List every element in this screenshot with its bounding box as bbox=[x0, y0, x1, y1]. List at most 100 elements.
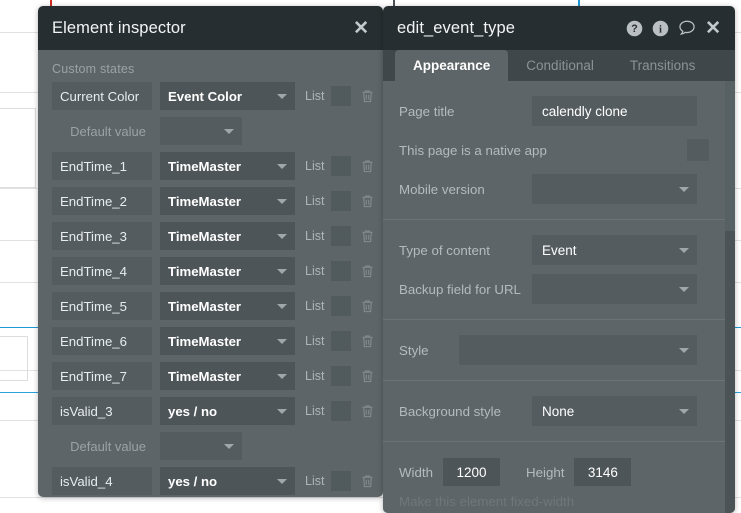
edit-event-type-title: edit_event_type bbox=[397, 18, 516, 37]
delete-icon[interactable] bbox=[360, 333, 375, 349]
width-input[interactable]: 1200 bbox=[443, 458, 500, 486]
mobile-version-label: Mobile version bbox=[399, 181, 485, 197]
close-icon[interactable]: ✕ bbox=[353, 19, 369, 38]
default-value-label: Default value bbox=[70, 123, 146, 139]
native-app-row: This page is a native app bbox=[383, 133, 725, 167]
state-type-value: TimeMaster bbox=[168, 228, 242, 244]
state-name-input[interactable]: isValid_3 bbox=[52, 397, 152, 425]
state-type-select[interactable]: TimeMaster bbox=[160, 257, 295, 285]
scrollbar-thumb[interactable] bbox=[725, 81, 735, 231]
state-type-select[interactable]: TimeMaster bbox=[160, 292, 295, 320]
chevron-down-icon bbox=[277, 339, 287, 344]
native-app-checkbox[interactable] bbox=[687, 139, 709, 161]
tab-bar: Appearance Conditional Transitions bbox=[383, 50, 735, 81]
state-name-input[interactable]: EndTime_2 bbox=[52, 187, 152, 215]
default-value-select[interactable] bbox=[160, 432, 242, 460]
state-type-value: TimeMaster bbox=[168, 298, 242, 314]
custom-state-row: EndTime_1 TimeMaster List bbox=[38, 152, 383, 180]
help-icon[interactable]: ? bbox=[626, 20, 643, 37]
chevron-down-icon bbox=[277, 269, 287, 274]
tab-conditional[interactable]: Conditional bbox=[508, 50, 612, 81]
state-type-select[interactable]: yes / no bbox=[160, 397, 295, 425]
list-checkbox[interactable] bbox=[331, 86, 352, 106]
list-checkbox[interactable] bbox=[331, 296, 352, 316]
list-checkbox[interactable] bbox=[331, 226, 352, 246]
style-label: Style bbox=[399, 342, 429, 358]
chevron-down-icon bbox=[277, 304, 287, 309]
state-name-input[interactable]: EndTime_4 bbox=[52, 257, 152, 285]
element-inspector-body: Custom states Current Color Event Color Li… bbox=[38, 50, 383, 497]
style-select[interactable] bbox=[459, 335, 697, 365]
background-style-select[interactable]: None bbox=[532, 396, 697, 426]
state-name-input[interactable]: EndTime_5 bbox=[52, 292, 152, 320]
state-type-select[interactable]: Event Color bbox=[160, 82, 295, 110]
delete-icon[interactable] bbox=[360, 263, 375, 279]
list-checkbox[interactable] bbox=[331, 401, 352, 421]
header-icon-group: ? i ✕ bbox=[626, 19, 721, 38]
delete-icon[interactable] bbox=[360, 298, 375, 314]
delete-icon[interactable] bbox=[360, 88, 375, 104]
state-name-input[interactable]: EndTime_6 bbox=[52, 327, 152, 355]
state-name-input[interactable]: EndTime_7 bbox=[52, 362, 152, 390]
state-type-select[interactable]: TimeMaster bbox=[160, 327, 295, 355]
backup-field-select[interactable] bbox=[532, 274, 697, 304]
panel-scrollbar[interactable] bbox=[725, 81, 735, 513]
state-name-input[interactable]: EndTime_3 bbox=[52, 222, 152, 250]
list-checkbox[interactable] bbox=[331, 191, 352, 211]
list-checkbox[interactable] bbox=[331, 156, 352, 176]
close-icon[interactable]: ✕ bbox=[705, 19, 721, 38]
state-type-select[interactable]: TimeMaster bbox=[160, 222, 295, 250]
type-of-content-label: Type of content bbox=[399, 242, 490, 258]
custom-state-row: Current Color Event Color List bbox=[38, 82, 383, 110]
comment-icon[interactable] bbox=[678, 19, 696, 37]
state-type-value: yes / no bbox=[168, 473, 218, 489]
list-label: List bbox=[305, 89, 325, 103]
state-type-select[interactable]: TimeMaster bbox=[160, 362, 295, 390]
delete-icon[interactable] bbox=[360, 473, 375, 489]
list-label: List bbox=[305, 404, 325, 418]
tab-appearance[interactable]: Appearance bbox=[395, 50, 509, 81]
mobile-version-row: Mobile version bbox=[383, 172, 725, 206]
chevron-down-icon bbox=[679, 409, 689, 414]
chevron-down-icon bbox=[224, 444, 234, 449]
state-type-select[interactable]: TimeMaster bbox=[160, 187, 295, 215]
chevron-down-icon bbox=[679, 248, 689, 253]
state-type-value: TimeMaster bbox=[168, 158, 242, 174]
state-name-input[interactable]: EndTime_1 bbox=[52, 152, 152, 180]
chevron-down-icon bbox=[277, 199, 287, 204]
backup-field-row: Backup field for URL bbox=[383, 272, 725, 306]
list-label: List bbox=[305, 229, 325, 243]
delete-icon[interactable] bbox=[360, 368, 375, 384]
dimension-group: Width 1200 Height 3146 Make this element… bbox=[383, 442, 725, 513]
page-title-input[interactable]: calendly clone bbox=[532, 96, 697, 126]
state-type-select[interactable]: TimeMaster bbox=[160, 152, 295, 180]
style-row: Style bbox=[383, 333, 725, 367]
delete-icon[interactable] bbox=[360, 228, 375, 244]
list-checkbox[interactable] bbox=[331, 261, 352, 281]
info-icon[interactable]: i bbox=[652, 20, 669, 37]
default-value-row: Default value bbox=[38, 432, 383, 460]
chevron-down-icon bbox=[679, 348, 689, 353]
state-type-value: TimeMaster bbox=[168, 193, 242, 209]
list-checkbox[interactable] bbox=[331, 331, 352, 351]
delete-icon[interactable] bbox=[360, 158, 375, 174]
list-checkbox[interactable] bbox=[331, 471, 352, 491]
chevron-down-icon bbox=[277, 94, 287, 99]
default-value-select[interactable] bbox=[160, 117, 242, 145]
type-of-content-select[interactable]: Event bbox=[532, 235, 697, 265]
delete-icon[interactable] bbox=[360, 403, 375, 419]
page-group: Page title calendly clone This page is a… bbox=[383, 81, 725, 219]
state-type-value: TimeMaster bbox=[168, 333, 242, 349]
custom-state-row: EndTime_7 TimeMaster List bbox=[38, 362, 383, 390]
mobile-version-select[interactable] bbox=[532, 174, 697, 204]
chevron-down-icon bbox=[277, 234, 287, 239]
height-input[interactable]: 3146 bbox=[574, 458, 632, 486]
state-name-input[interactable]: Current Color bbox=[52, 82, 152, 110]
tab-transitions[interactable]: Transitions bbox=[612, 50, 714, 81]
state-type-select[interactable]: yes / no bbox=[160, 467, 295, 495]
state-name-input[interactable]: isValid_4 bbox=[52, 467, 152, 495]
background-style-label: Background style bbox=[399, 403, 501, 419]
delete-icon[interactable] bbox=[360, 193, 375, 209]
custom-state-row: EndTime_6 TimeMaster List bbox=[38, 327, 383, 355]
list-checkbox[interactable] bbox=[331, 366, 352, 386]
